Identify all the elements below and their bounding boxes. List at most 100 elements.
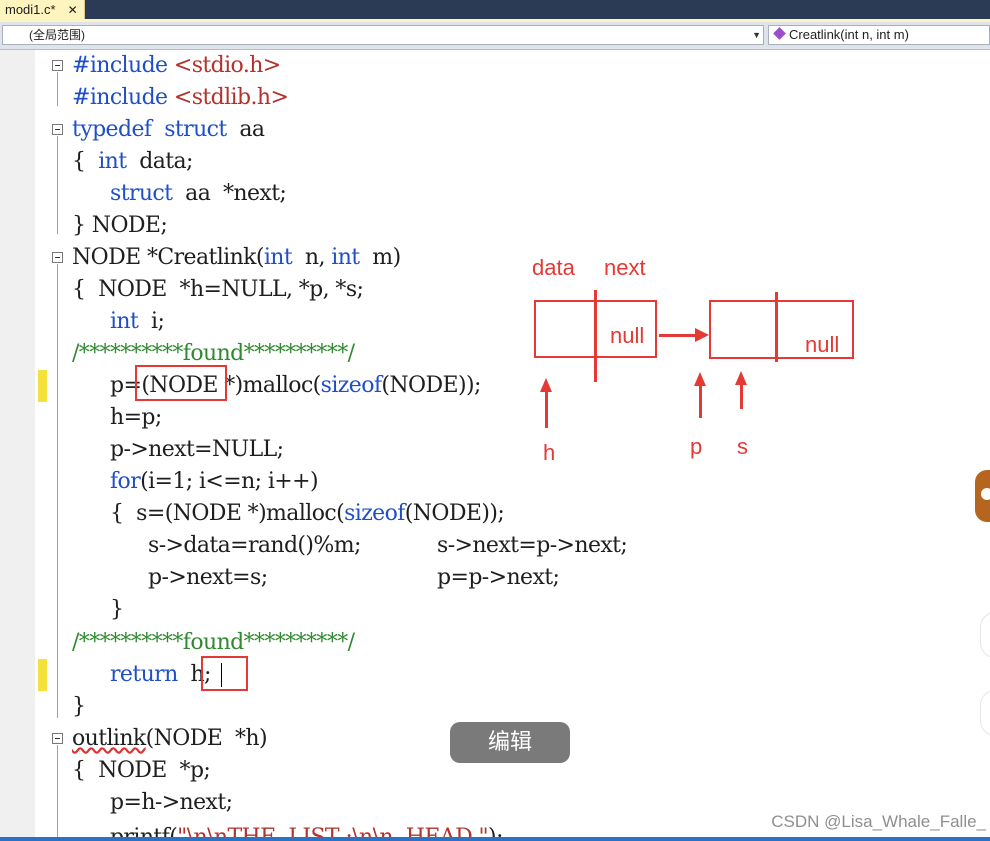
code-token: <stdlib.h> bbox=[173, 85, 289, 110]
code-token: m) bbox=[359, 245, 401, 270]
floating-circle-button[interactable] bbox=[980, 690, 990, 736]
highlight-box-cast bbox=[135, 365, 227, 401]
code-token: } bbox=[110, 597, 124, 622]
change-marker bbox=[38, 659, 47, 691]
code-token: return bbox=[110, 662, 178, 687]
code-token: h=p; bbox=[110, 405, 162, 430]
code-token: int bbox=[263, 245, 293, 270]
code-line-16b: s->next=p->next; bbox=[437, 530, 628, 562]
edit-button[interactable]: 编辑 bbox=[450, 722, 570, 763]
code-line-4: { int data; bbox=[72, 146, 193, 178]
code-token: (NODE)); bbox=[404, 501, 505, 526]
code-token: int bbox=[98, 149, 127, 174]
code-token: { bbox=[72, 149, 99, 174]
document-tab-bar: modi1.c* ✕ bbox=[0, 0, 990, 19]
code-line-23: { NODE *p; bbox=[72, 755, 211, 787]
chevron-down-icon[interactable]: ▼ bbox=[752, 26, 761, 44]
csdn-watermark: CSDN @Lisa_Whale_Falle_ bbox=[771, 812, 986, 831]
outline-line bbox=[57, 72, 58, 106]
code-token: #include bbox=[72, 85, 174, 110]
code-token: struct bbox=[110, 181, 173, 206]
member-dropdown[interactable]: Creatlink(int n, int m) bbox=[768, 25, 990, 45]
code-token: typedef bbox=[72, 117, 152, 142]
node-1-null: null bbox=[610, 323, 645, 348]
code-line-14: for(i=1; i<=n; i++) bbox=[110, 466, 319, 498]
node-divider bbox=[594, 290, 597, 382]
code-token: s->next=p->next; bbox=[437, 533, 628, 558]
method-icon bbox=[773, 27, 786, 40]
text-caret bbox=[221, 663, 222, 687]
code-line-17a: p->next=s; bbox=[148, 562, 268, 594]
outline-line bbox=[57, 264, 58, 718]
code-token: struct bbox=[164, 117, 227, 142]
outline-line bbox=[57, 745, 58, 837]
code-token: { NODE *h=NULL, *p, *s; bbox=[72, 277, 364, 302]
code-token: p=p->next; bbox=[437, 565, 560, 590]
code-token: int bbox=[331, 245, 360, 270]
code-line-3: typedef struct aa bbox=[72, 114, 265, 146]
mascot-avatar-icon[interactable] bbox=[975, 470, 990, 522]
code-token: { s=(NODE *)malloc( bbox=[110, 501, 345, 526]
floating-circle-button[interactable] bbox=[980, 612, 990, 658]
navigation-bar: (全局范围) ▼ Creatlink(int n, int m) bbox=[0, 22, 990, 50]
code-line-20: return h; bbox=[110, 659, 211, 691]
code-token: int bbox=[110, 309, 139, 334]
code-line-24: p=h->next; bbox=[110, 787, 233, 819]
collapse-icon[interactable] bbox=[52, 60, 63, 71]
arrow-up-icon bbox=[735, 371, 747, 409]
code-token: <stdio.h> bbox=[173, 53, 281, 78]
pointer-label-p: p bbox=[690, 434, 703, 459]
code-line-8: { NODE *h=NULL, *p, *s; bbox=[72, 274, 364, 306]
arrow-right-icon bbox=[659, 328, 709, 342]
code-token: outlink bbox=[72, 726, 146, 751]
code-token: } bbox=[72, 694, 86, 719]
code-line-25: printf("\n\nTHE LIST :\n\n HEAD "); bbox=[110, 819, 503, 837]
code-line-21: } bbox=[72, 691, 86, 723]
annotation-label-next: next bbox=[604, 255, 646, 280]
outline-line bbox=[57, 136, 58, 234]
code-token: (i=1; i<=n; i++) bbox=[140, 469, 318, 494]
arrow-up-icon bbox=[540, 378, 552, 428]
bottom-border bbox=[0, 837, 990, 841]
code-line-18: } bbox=[110, 594, 124, 626]
node-divider bbox=[775, 292, 778, 362]
tab-title: modi1.c* bbox=[5, 2, 56, 17]
scope-dropdown-label: (全局范围) bbox=[29, 28, 85, 42]
code-token: { NODE *p; bbox=[72, 758, 211, 783]
highlight-box-return bbox=[201, 656, 248, 691]
code-token: NODE *Creatlink( bbox=[72, 245, 264, 270]
code-token: s->data=rand()%m; bbox=[148, 533, 361, 558]
code-line-19: /**********found**********/ bbox=[72, 627, 355, 659]
code-token: p->next=NULL; bbox=[110, 437, 284, 462]
code-line-2: #include <stdlib.h> bbox=[72, 82, 289, 114]
code-token: } NODE; bbox=[72, 213, 168, 238]
code-token: p=h->next; bbox=[110, 790, 233, 815]
scope-dropdown[interactable]: (全局范围) ▼ bbox=[2, 25, 764, 45]
collapse-icon[interactable] bbox=[52, 733, 63, 744]
code-line-1: #include <stdio.h> bbox=[72, 50, 281, 82]
code-token: for bbox=[110, 469, 141, 494]
code-token: (NODE)); bbox=[381, 373, 481, 398]
code-line-12: h=p; bbox=[110, 402, 162, 434]
code-token: i; bbox=[138, 309, 165, 334]
code-token: ); bbox=[488, 825, 503, 837]
code-line-6: } NODE; bbox=[72, 210, 168, 242]
code-line-5: struct aa *next; bbox=[110, 178, 287, 210]
code-token: (NODE *h) bbox=[145, 726, 268, 751]
collapse-icon[interactable] bbox=[52, 252, 63, 263]
code-token: aa bbox=[239, 117, 265, 142]
code-line-16a: s->data=rand()%m; bbox=[148, 530, 361, 562]
code-editor[interactable]: #include <stdio.h> #include <stdlib.h> t… bbox=[0, 50, 990, 837]
code-token: printf( bbox=[110, 825, 178, 837]
collapse-icon[interactable] bbox=[52, 124, 63, 135]
code-token: p->next=s; bbox=[148, 565, 268, 590]
code-token: "\n\nTHE LIST :\n\n HEAD " bbox=[177, 825, 488, 837]
comment-found: /**********found**********/ bbox=[72, 341, 355, 366]
pointer-label-s: s bbox=[737, 434, 748, 459]
close-icon[interactable]: ✕ bbox=[68, 3, 78, 17]
code-line-13: p->next=NULL; bbox=[110, 434, 284, 466]
arrow-up-icon bbox=[694, 372, 706, 418]
code-token: n, bbox=[292, 245, 332, 270]
member-dropdown-label: Creatlink(int n, int m) bbox=[789, 27, 909, 42]
tab-modi1-c[interactable]: modi1.c* ✕ bbox=[0, 0, 85, 19]
